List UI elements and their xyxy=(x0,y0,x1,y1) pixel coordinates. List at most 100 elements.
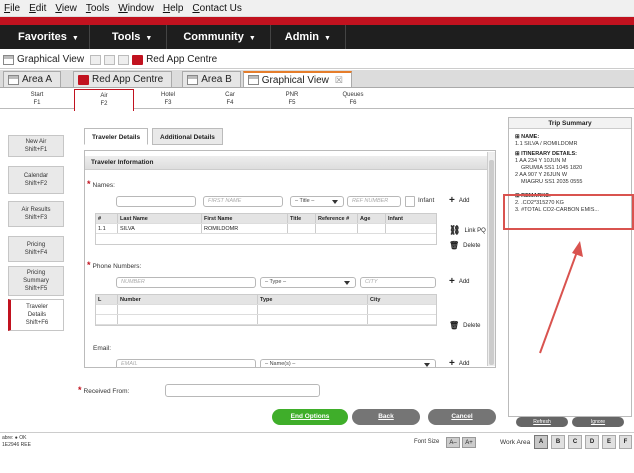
red-app-icon xyxy=(78,74,90,85)
city-input[interactable]: CITY xyxy=(360,277,436,288)
lnav-label: Details xyxy=(27,312,47,318)
fkey-queues-key: F6 xyxy=(349,100,357,106)
cancel-button[interactable]: Cancel xyxy=(428,409,496,425)
font-decrease-button[interactable]: A– xyxy=(446,437,460,448)
paste-icon[interactable] xyxy=(118,54,130,65)
delete-name-button[interactable]: 🗑 Delete xyxy=(449,241,481,250)
traveler-form: Traveler Information * Names: FIRST NAME … xyxy=(84,150,496,368)
tab-area-a[interactable]: Area A xyxy=(3,71,62,87)
tab-traveler-details[interactable]: Traveler Details xyxy=(84,128,149,145)
required-mark: * xyxy=(87,179,91,189)
tab-additional-details[interactable]: Additional Details xyxy=(152,128,223,145)
lnav-shortcut: Shift+F5 xyxy=(24,286,48,292)
phone-number-input[interactable]: NUMBER xyxy=(116,277,256,288)
left-nav-calendar[interactable]: Calendar Shift+F2 xyxy=(8,166,64,194)
nav-admin[interactable]: Admin ▼ xyxy=(271,25,346,49)
fkey-pnr[interactable]: PNR F5 xyxy=(262,89,322,109)
copy-icon[interactable] xyxy=(104,54,116,65)
window-icon xyxy=(247,75,259,85)
menu-edit[interactable]: Edit xyxy=(29,3,46,14)
nav-community[interactable]: Community ▼ xyxy=(167,25,271,49)
graphical-view-button[interactable]: Graphical View xyxy=(3,54,84,65)
fkey-air[interactable]: Air F2 xyxy=(74,89,134,111)
tab-area-b[interactable]: Area B xyxy=(182,71,241,87)
nav-tools-label: Tools xyxy=(111,31,141,43)
menu-tools[interactable]: Tools xyxy=(86,3,109,14)
col-header: First Name xyxy=(202,214,288,223)
col-header: Age xyxy=(358,214,386,223)
title-select[interactable]: – Title – xyxy=(290,196,344,207)
phone-table: L Number Type City xyxy=(95,294,437,326)
red-app-label: Red App Centre xyxy=(146,54,218,65)
work-area-f-button[interactable]: F xyxy=(619,435,632,449)
last-name-input[interactable] xyxy=(116,196,196,207)
phone-type-select[interactable]: – Type – xyxy=(260,277,356,288)
work-area-d-button[interactable]: D xyxy=(585,435,599,449)
lnav-label: Pricing xyxy=(26,270,46,276)
menu-window[interactable]: Window xyxy=(118,3,154,14)
font-size-label: Font Size xyxy=(414,439,440,445)
tab-red-app-centre[interactable]: Red App Centre xyxy=(73,71,173,87)
first-name-input[interactable]: FIRST NAME xyxy=(203,196,283,207)
received-from-input[interactable] xyxy=(165,384,320,397)
menu-help[interactable]: Help xyxy=(163,3,184,14)
left-nav-pricing-summary[interactable]: Pricing Summary Shift+F5 xyxy=(8,266,64,296)
back-button[interactable]: Back xyxy=(352,409,420,425)
work-area-e-button[interactable]: E xyxy=(602,435,616,449)
itinerary-line: GRUMIA SS1 1045 1820 xyxy=(521,165,583,171)
ignore-button[interactable]: Ignore xyxy=(572,417,624,427)
col-header: L xyxy=(96,295,118,304)
col-header: Type xyxy=(258,295,368,304)
work-area-c-button[interactable]: C xyxy=(568,435,582,449)
infant-label: Infant xyxy=(418,197,435,204)
left-nav-pricing[interactable]: Pricing Shift+F4 xyxy=(8,236,64,262)
fkey-car[interactable]: Car F4 xyxy=(200,89,260,109)
add-email-button[interactable]: + Add xyxy=(449,358,470,367)
table-cell xyxy=(386,224,436,233)
add-phone-button[interactable]: + Add xyxy=(449,276,470,287)
tab-area-b-label: Area B xyxy=(201,74,232,85)
window-icon xyxy=(187,74,199,85)
fkey-hotel[interactable]: Hotel F3 xyxy=(138,89,198,109)
menu-contact-us[interactable]: Contact Us xyxy=(192,3,241,14)
delete-phone-button[interactable]: 🗑 Delete xyxy=(449,321,481,330)
infant-checkbox[interactable] xyxy=(405,196,415,207)
lnav-shortcut: Shift+F6 xyxy=(25,320,49,326)
font-increase-button[interactable]: A+ xyxy=(462,437,476,448)
fkey-queues[interactable]: Queues F6 xyxy=(323,89,383,109)
red-app-centre-button[interactable]: Red App Centre xyxy=(132,54,217,65)
add-name-button[interactable]: + Add xyxy=(449,195,470,206)
menu-file[interactable]: File xyxy=(4,3,20,14)
table-row[interactable]: 1.1 SILVA ROMILDOMR xyxy=(96,224,436,234)
close-icon[interactable]: ☒ xyxy=(335,75,343,86)
phone-label-text: Phone Numbers: xyxy=(92,263,142,270)
nav-tools[interactable]: Tools ▼ xyxy=(90,25,168,49)
work-area-b-button[interactable]: B xyxy=(551,435,565,449)
left-nav-new-air[interactable]: New Air Shift+F1 xyxy=(8,135,64,157)
plus-icon: + xyxy=(449,195,455,206)
reference-number-input[interactable]: REF NUMBER xyxy=(347,196,401,207)
scroll-thumb[interactable] xyxy=(489,160,494,365)
email-input[interactable]: EMAIL xyxy=(116,359,256,367)
end-options-button[interactable]: End Options xyxy=(272,409,348,425)
nav-favorites[interactable]: Favorites ▼ xyxy=(0,25,90,49)
fkey-start[interactable]: Start F1 xyxy=(8,89,66,109)
phone-numbers-label: * Phone Numbers: xyxy=(87,260,141,270)
table-cell xyxy=(358,224,386,233)
print-icon[interactable] xyxy=(90,54,102,65)
trash-icon: 🗑 xyxy=(449,321,460,330)
menu-view[interactable]: View xyxy=(55,3,77,14)
refresh-button[interactable]: Refresh xyxy=(516,417,568,427)
col-header: Reference # xyxy=(316,214,358,223)
email-names-select[interactable]: – Name(s) – xyxy=(260,359,436,367)
link-pq-button[interactable]: ⛓ Link PQ xyxy=(449,225,486,236)
form-scrollbar[interactable] xyxy=(487,152,495,366)
section-traveler-information: Traveler Information xyxy=(85,156,487,170)
left-nav-traveler-details[interactable]: Traveler Details Shift+F6 xyxy=(8,299,64,331)
table-cell: ROMILDOMR xyxy=(202,224,288,233)
left-nav-air-results[interactable]: Air Results Shift+F3 xyxy=(8,201,64,227)
work-area-a-button[interactable]: A xyxy=(534,435,548,449)
tab-graphical-view[interactable]: Graphical View ☒ xyxy=(242,71,352,87)
red-app-icon xyxy=(132,54,144,65)
col-header: Last Name xyxy=(118,214,202,223)
